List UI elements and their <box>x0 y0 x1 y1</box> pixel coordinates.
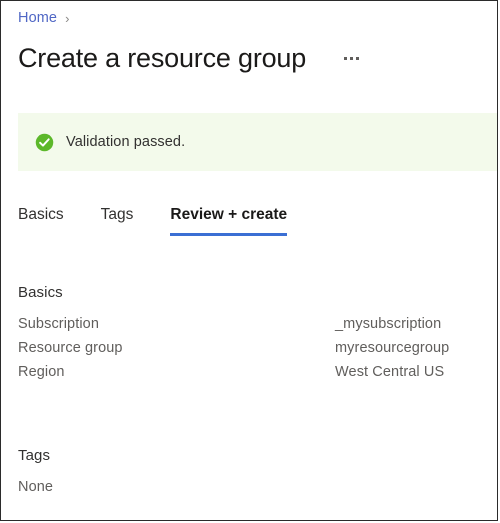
summary-row-label: Region <box>18 364 65 380</box>
breadcrumb-item-home[interactable]: Home <box>18 10 57 26</box>
summary-row-region: Region West Central US <box>18 364 483 388</box>
check-circle-icon <box>35 133 54 152</box>
portal-blade: Home › Create a resource group Validatio… <box>0 0 498 521</box>
section-heading: Tags <box>18 447 51 464</box>
summary-row-value: West Central US <box>335 364 445 380</box>
summary-section-tags: Tags None <box>18 447 483 495</box>
chevron-right-icon: › <box>65 10 70 26</box>
page-title: Create a resource group <box>18 43 307 73</box>
summary-row-subscription: Subscription _mysubscription <box>18 316 483 340</box>
summary-row-value: _mysubscription <box>335 316 442 332</box>
tab-bar: Basics Tags Review + create <box>18 206 287 236</box>
tab-basics[interactable]: Basics <box>18 206 64 236</box>
more-options-button[interactable] <box>338 45 364 71</box>
summary-row-resource-group: Resource group myresourcegroup <box>18 340 483 364</box>
validation-banner-message: Validation passed. <box>66 134 186 150</box>
ellipsis-dot-icon <box>349 56 353 60</box>
summary-section-basics: Basics Subscription _mysubscription Reso… <box>18 284 483 388</box>
title-row: Create a resource group <box>18 41 487 75</box>
tab-tags[interactable]: Tags <box>101 206 134 236</box>
section-heading: Basics <box>18 284 63 301</box>
ellipsis-dot-icon <box>343 56 347 60</box>
summary-row-label: Resource group <box>18 340 123 356</box>
validation-banner: Validation passed. <box>18 113 497 171</box>
summary-row-value: myresourcegroup <box>335 340 450 356</box>
summary-row-label: Subscription <box>18 316 99 332</box>
tab-review-create[interactable]: Review + create <box>170 206 287 236</box>
breadcrumb: Home › <box>18 10 69 26</box>
tags-empty-value: None <box>18 479 54 495</box>
ellipsis-dot-icon <box>355 56 359 60</box>
